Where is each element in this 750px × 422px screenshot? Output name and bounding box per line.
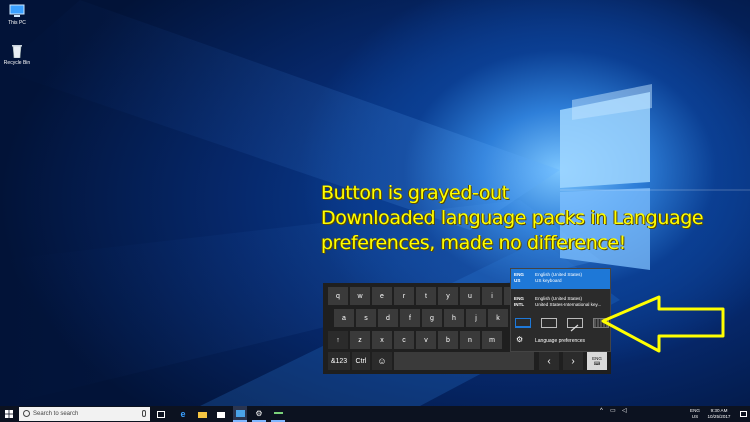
key-d[interactable]: d bbox=[378, 309, 398, 327]
flyout-item-code: ENG US bbox=[514, 272, 524, 284]
store-icon[interactable] bbox=[214, 406, 228, 422]
language-preferences-label: Language preferences bbox=[535, 338, 586, 344]
microphone-icon[interactable] bbox=[142, 410, 146, 417]
gear-icon: ⚙ bbox=[516, 335, 524, 344]
network-icon[interactable]: ▭ bbox=[610, 408, 616, 414]
desktop-icon-label: This PC bbox=[8, 20, 26, 26]
key-x[interactable]: x bbox=[372, 331, 392, 349]
edge-browser-icon[interactable]: e bbox=[176, 406, 190, 422]
desktop-icon-this-pc[interactable]: This PC bbox=[0, 4, 34, 26]
key-i[interactable]: i bbox=[482, 287, 502, 305]
desktop-icon-label: Recycle Bin bbox=[3, 60, 31, 66]
key-r[interactable]: r bbox=[394, 287, 414, 305]
action-center-icon[interactable] bbox=[737, 406, 749, 422]
key-c[interactable]: c bbox=[394, 331, 414, 349]
clock[interactable]: 9:30 AM 10/25/2017 bbox=[702, 406, 736, 422]
flyout-item-eng-intl[interactable]: ENG INTL English (United States) United … bbox=[511, 293, 610, 313]
file-explorer-icon[interactable] bbox=[195, 406, 209, 422]
emoji-key[interactable]: ☺ bbox=[372, 352, 392, 370]
key-y[interactable]: y bbox=[438, 287, 458, 305]
system-tray-icons[interactable]: ^ ▭ ◁ bbox=[596, 406, 644, 422]
settings-icon[interactable]: ⚙ bbox=[252, 406, 266, 422]
split-keyboard-icon[interactable] bbox=[541, 318, 557, 328]
key-u[interactable]: u bbox=[460, 287, 480, 305]
task-view-icon[interactable] bbox=[154, 406, 168, 422]
space-key[interactable] bbox=[394, 352, 534, 370]
key-k[interactable]: k bbox=[488, 309, 508, 327]
app-icon[interactable] bbox=[271, 406, 285, 422]
full-keyboard-icon-grayed-out[interactable] bbox=[593, 318, 609, 328]
key-t[interactable]: t bbox=[416, 287, 436, 305]
ctrl-key[interactable]: Ctrl bbox=[352, 352, 370, 370]
taskbar-search-box[interactable]: Search to search bbox=[19, 407, 150, 421]
control-panel-icon[interactable] bbox=[233, 406, 247, 422]
key-g[interactable]: g bbox=[422, 309, 442, 327]
annotation-line-2: Downloaded language packs in Language bbox=[321, 207, 704, 229]
computer-icon bbox=[9, 4, 25, 18]
key-e[interactable]: e bbox=[372, 287, 392, 305]
left-arrow-key[interactable]: ‹ bbox=[539, 352, 559, 370]
flyout-item-desc: English (United States) United States-In… bbox=[535, 296, 609, 308]
start-button[interactable] bbox=[0, 406, 18, 422]
key-s[interactable]: s bbox=[356, 309, 376, 327]
input-indicator[interactable]: ENG US bbox=[688, 406, 702, 422]
key-q[interactable]: q bbox=[328, 287, 348, 305]
annotation-text: Button is grayed-out Downloaded language… bbox=[321, 181, 704, 256]
flyout-item-eng-us[interactable]: ENG US English (United States) US keyboa… bbox=[511, 269, 610, 289]
flyout-item-code: ENG INTL bbox=[514, 296, 524, 308]
key-f[interactable]: f bbox=[400, 309, 420, 327]
input-indicator-layout: US bbox=[691, 414, 699, 419]
key-j[interactable]: j bbox=[466, 309, 486, 327]
keyboard-icon: ⌨ bbox=[593, 361, 601, 366]
key-z[interactable]: z bbox=[350, 331, 370, 349]
recycle-bin-icon bbox=[9, 44, 25, 59]
clock-date: 10/25/2017 bbox=[707, 414, 731, 419]
standard-keyboard-icon[interactable] bbox=[515, 318, 531, 328]
annotation-line-1: Button is grayed-out bbox=[321, 182, 509, 204]
taskbar: Search to search e ⚙ ^ ▭ ◁ ENG US 9:30 A… bbox=[0, 406, 750, 422]
key-n[interactable]: n bbox=[460, 331, 480, 349]
windows-start-icon bbox=[5, 410, 13, 418]
flyout-item-code-bottom: US bbox=[514, 278, 521, 283]
handwriting-keyboard-icon[interactable] bbox=[567, 318, 583, 332]
right-arrow-key[interactable]: › bbox=[563, 352, 583, 370]
key-w[interactable]: w bbox=[350, 287, 370, 305]
flyout-item-desc-bottom: United States-International key... bbox=[535, 302, 602, 307]
input-language-flyout: ENG US English (United States) US keyboa… bbox=[510, 268, 611, 352]
key-h[interactable]: h bbox=[444, 309, 464, 327]
key-b[interactable]: b bbox=[438, 331, 458, 349]
symbols-key[interactable]: &123 bbox=[328, 352, 350, 370]
search-icon bbox=[23, 410, 30, 417]
volume-icon[interactable]: ◁ bbox=[622, 408, 627, 414]
flyout-item-code-bottom: INTL bbox=[514, 302, 525, 307]
key-m[interactable]: m bbox=[482, 331, 502, 349]
desktop-icon-recycle-bin[interactable]: Recycle Bin bbox=[0, 44, 34, 66]
annotation-line-3: preferences, made no difference! bbox=[321, 232, 626, 254]
key-a[interactable]: a bbox=[334, 309, 354, 327]
flyout-item-desc: English (United States) US keyboard bbox=[535, 272, 609, 284]
search-placeholder: Search to search bbox=[33, 411, 79, 417]
language-preferences-link[interactable]: ⚙ Language preferences bbox=[511, 333, 610, 349]
chevron-up-icon[interactable]: ^ bbox=[600, 408, 603, 414]
language-key[interactable]: ENG ⌨ bbox=[587, 352, 607, 370]
key-v[interactable]: v bbox=[416, 331, 436, 349]
flyout-item-desc-bottom: US keyboard bbox=[535, 278, 562, 283]
shift-key[interactable]: ↑ bbox=[328, 331, 348, 349]
